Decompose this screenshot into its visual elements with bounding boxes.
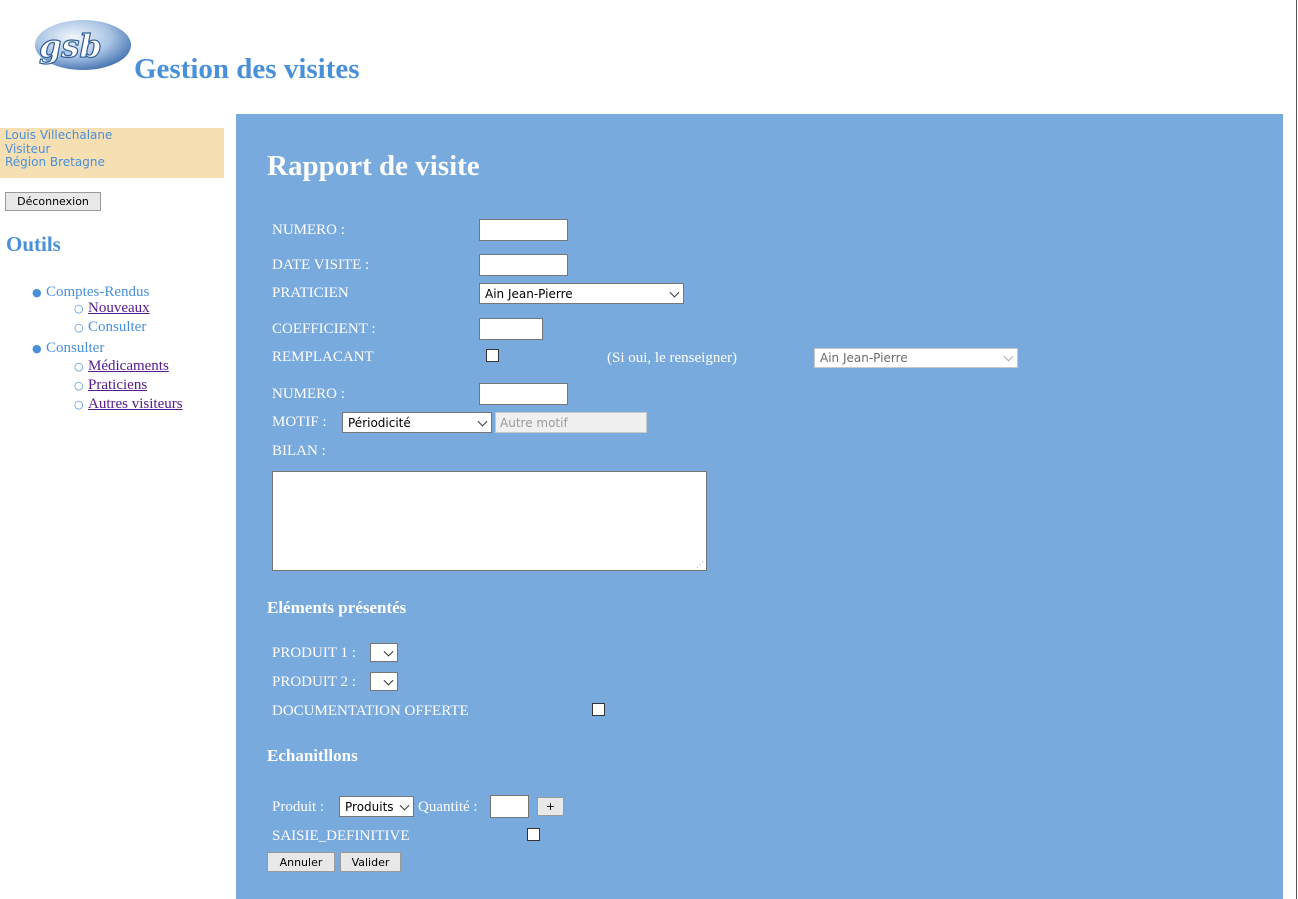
chevron-down-icon bbox=[477, 416, 488, 427]
bullet-icon: ● bbox=[32, 342, 42, 355]
quantite-input[interactable] bbox=[490, 795, 529, 818]
numero2-input[interactable] bbox=[479, 383, 568, 405]
autre-motif-input[interactable]: Autre motif bbox=[495, 412, 647, 433]
menu-group-comptes-rendus: Comptes-Rendus bbox=[46, 284, 150, 300]
circle-bullet-icon: ○ bbox=[74, 379, 84, 392]
saisie-definitive-label: SAISIE_DEFINITIVE bbox=[272, 828, 410, 844]
praticien-select-value: Ain Jean-Pierre bbox=[485, 286, 573, 301]
cancel-button[interactable]: Annuler bbox=[267, 852, 335, 872]
produit1-label: PRODUIT 1 : bbox=[272, 645, 356, 661]
echantillons-title: Echanitllons bbox=[267, 746, 358, 765]
bilan-textarea[interactable]: ⋰ bbox=[272, 471, 707, 571]
add-sample-button[interactable]: + bbox=[537, 797, 564, 816]
elements-title: Eléments présentés bbox=[267, 598, 407, 617]
app-title: Gestion des visites bbox=[134, 53, 360, 85]
chevron-down-icon bbox=[383, 646, 394, 657]
motif-select[interactable]: Périodicité bbox=[342, 412, 492, 433]
circle-bullet-icon: ○ bbox=[74, 360, 84, 373]
menu-item-nouveaux[interactable]: Nouveaux bbox=[88, 300, 150, 317]
praticien-label: PRATICIEN bbox=[272, 285, 349, 301]
resize-handle-icon[interactable]: ⋰ bbox=[696, 560, 704, 569]
menu-item-autres-visiteurs[interactable]: Autres visiteurs bbox=[88, 396, 183, 413]
form-title: Rapport de visite bbox=[267, 150, 480, 182]
produit-label: Produit : bbox=[272, 799, 325, 815]
user-name: Louis Villechalane bbox=[5, 128, 113, 142]
coefficient-input[interactable] bbox=[479, 318, 543, 340]
remplacant-hint: (Si oui, le renseigner) bbox=[607, 350, 737, 366]
tools-title: Outils bbox=[6, 232, 61, 256]
chevron-down-icon bbox=[669, 287, 680, 298]
user-role: Visiteur bbox=[5, 141, 51, 156]
bullet-icon: ● bbox=[32, 286, 42, 299]
date-visite-label: DATE VISITE : bbox=[272, 257, 370, 273]
remplacant-label: REMPLACANT bbox=[272, 349, 374, 365]
documentation-checkbox[interactable] bbox=[592, 703, 605, 716]
produit1-select[interactable] bbox=[370, 643, 398, 662]
remplacant-select[interactable]: Ain Jean-Pierre bbox=[814, 348, 1018, 368]
chevron-down-icon bbox=[399, 800, 410, 811]
submit-button[interactable]: Valider bbox=[340, 852, 401, 872]
documentation-label: DOCUMENTATION OFFERTE bbox=[272, 703, 469, 719]
praticien-select[interactable]: Ain Jean-Pierre bbox=[479, 283, 684, 304]
numero2-label: NUMERO : bbox=[272, 386, 345, 402]
menu-item-medicaments[interactable]: Médicaments bbox=[88, 358, 169, 375]
window-edge bbox=[1296, 0, 1297, 899]
coefficient-label: COEFFICIENT : bbox=[272, 321, 376, 337]
logout-button[interactable]: Déconnexion bbox=[5, 192, 101, 211]
motif-label: MOTIF : bbox=[272, 414, 327, 430]
circle-bullet-icon: ○ bbox=[74, 302, 84, 315]
numero-input[interactable] bbox=[479, 219, 568, 241]
chevron-down-icon bbox=[1003, 351, 1014, 362]
numero-label: NUMERO : bbox=[272, 222, 345, 238]
quantite-label: Quantité : bbox=[418, 799, 478, 815]
motif-select-value: Périodicité bbox=[348, 415, 411, 430]
date-visite-input[interactable] bbox=[479, 254, 568, 276]
menu-group-consulter: Consulter bbox=[46, 340, 105, 356]
produit-select[interactable]: Produits bbox=[339, 796, 414, 817]
gsb-logo: gsb bbox=[35, 20, 131, 70]
produit2-label: PRODUIT 2 : bbox=[272, 674, 356, 690]
produit-select-value: Produits bbox=[345, 799, 394, 814]
svg-text:gsb: gsb bbox=[39, 27, 102, 65]
user-region: Région Bretagne bbox=[5, 155, 105, 169]
chevron-down-icon bbox=[383, 675, 394, 686]
saisie-definitive-checkbox[interactable] bbox=[527, 828, 540, 841]
circle-bullet-icon: ○ bbox=[74, 398, 84, 411]
circle-bullet-icon: ○ bbox=[74, 321, 84, 334]
menu-item-praticiens[interactable]: Praticiens bbox=[88, 377, 147, 394]
remplacant-select-value: Ain Jean-Pierre bbox=[820, 351, 908, 365]
bilan-label: BILAN : bbox=[272, 443, 326, 459]
user-info: Louis Villechalane Visiteur Région Breta… bbox=[0, 128, 224, 178]
menu-item-consulter-cr[interactable]: Consulter bbox=[88, 319, 146, 336]
produit2-select[interactable] bbox=[370, 672, 398, 691]
remplacant-checkbox[interactable] bbox=[486, 349, 499, 362]
